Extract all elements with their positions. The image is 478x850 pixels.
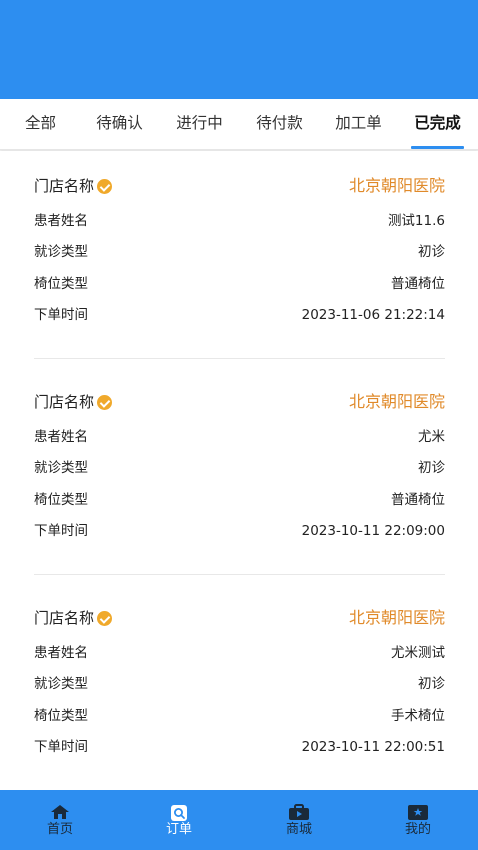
chair-type-label: 椅位类型 [34,708,88,724]
nav-profile[interactable]: 我的 [373,790,463,850]
nav-profile-label: 我的 [404,822,431,837]
order-time-row: 下单时间 2023-11-06 21:22:14 [34,304,445,326]
tab-completed[interactable]: 已完成 [411,99,464,150]
visit-type-value: 初诊 [418,460,445,476]
visit-type-row: 就诊类型 初诊 [34,241,445,263]
visit-type-label: 就诊类型 [34,244,88,260]
bottom-tab-bar: 首页 订单 商城 我的 [0,790,478,850]
shop-bag-icon [289,804,309,820]
tab-in-progress[interactable]: 进行中 [173,99,226,150]
chair-type-row: 椅位类型 普通椅位 [34,273,445,295]
patient-name: 尤米 [418,429,445,445]
nav-home-label: 首页 [46,822,73,837]
store-row: 门店名称 北京朝阳医院 [34,175,445,197]
visit-type-value: 初诊 [418,676,445,692]
order-time-value: 2023-10-11 22:09:00 [301,523,445,539]
patient-row: 患者姓名 尤米 [34,426,445,448]
chair-type-label: 椅位类型 [34,492,88,508]
visit-type-value: 初诊 [418,244,445,260]
tab-pending-payment[interactable]: 待付款 [253,99,306,150]
order-list: 门店名称 北京朝阳医院 患者姓名 测试11.6 就诊类型 初诊 椅位类型 普通椅… [0,151,478,790]
chair-type-label: 椅位类型 [34,276,88,292]
patient-label: 患者姓名 [34,213,88,229]
order-time-label: 下单时间 [34,523,88,539]
divider [34,358,445,359]
store-label: 门店名称 [34,177,95,195]
tab-all[interactable]: 全部 [22,99,59,150]
order-time-label: 下单时间 [34,739,88,755]
store-name: 北京朝阳医院 [348,608,445,627]
visit-type-label: 就诊类型 [34,676,88,692]
order-time-label: 下单时间 [34,307,88,323]
patient-row: 患者姓名 尤米测试 [34,642,445,664]
store-label: 门店名称 [34,393,95,411]
store-row: 门店名称 北京朝阳医院 [34,607,445,629]
order-time-row: 下单时间 2023-10-11 22:09:00 [34,520,445,542]
patient-row: 患者姓名 测试11.6 [34,210,445,232]
patient-name: 测试11.6 [387,213,445,229]
chair-type-value: 普通椅位 [391,492,445,508]
nav-home[interactable]: 首页 [15,790,105,850]
chair-type-value: 普通椅位 [391,276,445,292]
nav-shop[interactable]: 商城 [254,790,344,850]
nav-orders-label: 订单 [165,822,192,837]
patient-label: 患者姓名 [34,645,88,661]
order-status-tabs: 全部 待确认 进行中 待付款 加工单 已完成 [0,99,478,150]
order-time-value: 2023-11-06 21:22:14 [301,307,445,323]
store-name: 北京朝阳医院 [348,392,445,411]
top-header-bar [0,0,478,99]
store-name: 北京朝阳医院 [348,176,445,195]
order-search-icon [171,805,187,821]
store-label: 门店名称 [34,609,95,627]
verified-check-icon [97,178,113,194]
patient-name: 尤米测试 [391,645,445,661]
visit-type-row: 就诊类型 初诊 [34,673,445,695]
nav-orders[interactable]: 订单 [134,790,224,850]
chair-type-value: 手术椅位 [391,708,445,724]
visit-type-row: 就诊类型 初诊 [34,457,445,479]
patient-label: 患者姓名 [34,429,88,445]
visit-type-label: 就诊类型 [34,460,88,476]
order-time-row: 下单时间 2023-10-11 22:00:51 [34,736,445,758]
verified-check-icon [97,394,113,410]
chair-type-row: 椅位类型 手术椅位 [34,705,445,727]
chair-type-row: 椅位类型 普通椅位 [34,489,445,511]
verified-check-icon [97,610,113,626]
store-row: 门店名称 北京朝阳医院 [34,391,445,413]
order-time-value: 2023-10-11 22:00:51 [301,739,445,755]
tab-processing-order[interactable]: 加工单 [332,99,385,150]
tab-pending-confirm[interactable]: 待确认 [93,99,146,150]
profile-card-icon [408,805,428,820]
nav-shop-label: 商城 [285,822,312,837]
divider [34,574,445,575]
home-icon [51,805,69,819]
